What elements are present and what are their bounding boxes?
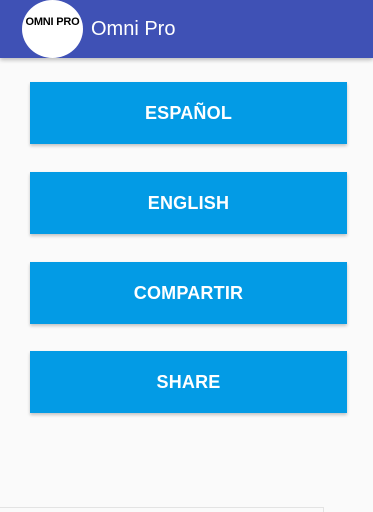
- english-button[interactable]: ENGLISH: [30, 172, 347, 234]
- espanol-button[interactable]: ESPAÑOL: [30, 82, 347, 144]
- app-title: Omni Pro: [91, 18, 176, 40]
- app-bar: OMNI PRO Omni Pro: [0, 0, 373, 58]
- compartir-button[interactable]: COMPARTIR: [30, 262, 347, 324]
- logo-text: OMNI PRO: [25, 16, 80, 28]
- divider-edge: [323, 507, 324, 512]
- divider: [0, 507, 323, 508]
- app-logo: OMNI PRO: [22, 0, 83, 58]
- share-button[interactable]: SHARE: [30, 351, 347, 413]
- app-screen: OMNI PRO Omni Pro ESPAÑOL ENGLISH COMPAR…: [0, 0, 373, 512]
